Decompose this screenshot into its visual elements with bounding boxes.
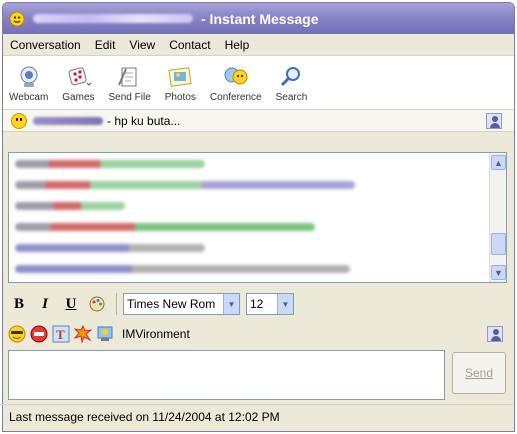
status-smiley-icon bbox=[11, 112, 27, 129]
message-blurred bbox=[15, 180, 355, 189]
message-line bbox=[9, 195, 506, 216]
title-bar[interactable]: - Instant Message bbox=[3, 3, 514, 34]
italic-button[interactable]: I bbox=[34, 293, 56, 315]
search-button[interactable]: Search bbox=[275, 65, 308, 103]
scroll-up-button[interactable]: ▲ bbox=[491, 155, 506, 170]
message-input[interactable] bbox=[8, 350, 445, 400]
imvironment-icon bbox=[97, 326, 113, 341]
my-avatar-icon[interactable] bbox=[487, 326, 503, 342]
message-line bbox=[9, 237, 506, 258]
last-message-status: Last message received on 11/24/2004 at 1… bbox=[9, 409, 280, 424]
message-transcript[interactable]: ▲ ▼ bbox=[8, 152, 507, 283]
emoticon-button[interactable] bbox=[8, 325, 26, 343]
contact-name-blurred bbox=[33, 14, 193, 23]
menu-edit[interactable]: Edit bbox=[88, 38, 123, 52]
emote-toolbar: T IMVironment bbox=[8, 323, 507, 345]
message-blurred bbox=[15, 159, 205, 168]
send-file-button[interactable]: Send File bbox=[109, 65, 151, 103]
webcam-icon bbox=[20, 66, 38, 87]
status-contact-name-blurred bbox=[33, 116, 103, 125]
conference-button[interactable]: Conference bbox=[210, 65, 262, 103]
toolbar: Webcam Games Send File Photos Conference… bbox=[3, 56, 514, 110]
nudge-button[interactable] bbox=[74, 325, 92, 343]
message-blurred bbox=[15, 201, 125, 210]
imvironment-label[interactable]: IMVironment bbox=[122, 327, 190, 341]
games-button[interactable]: Games bbox=[62, 65, 95, 103]
search-icon bbox=[281, 67, 301, 87]
menu-contact[interactable]: Contact bbox=[162, 38, 217, 52]
status-message: - hp ku buta... bbox=[107, 113, 181, 128]
menu-view[interactable]: View bbox=[122, 38, 162, 52]
send-label: Send bbox=[464, 366, 494, 380]
font-style-button[interactable]: T bbox=[52, 325, 70, 343]
font-family-value: Times New Rom bbox=[127, 297, 216, 311]
burst-icon bbox=[74, 325, 92, 343]
send-file-icon bbox=[117, 67, 137, 87]
send-button[interactable]: Send bbox=[452, 352, 506, 394]
sunglasses-smiley-icon bbox=[8, 325, 26, 343]
menu-bar: Conversation Edit View Contact Help bbox=[3, 34, 514, 56]
text-color-button[interactable] bbox=[86, 293, 108, 315]
menu-help[interactable]: Help bbox=[218, 38, 257, 52]
font-size-select[interactable]: 12 ▼ bbox=[246, 293, 294, 315]
font-size-value: 12 bbox=[250, 297, 264, 311]
message-line bbox=[9, 174, 506, 195]
webcam-button[interactable]: Webcam bbox=[9, 65, 48, 103]
toolbar-separator bbox=[116, 293, 117, 315]
window-title: - Instant Message bbox=[201, 10, 319, 27]
message-blurred bbox=[15, 222, 315, 231]
bold-button[interactable]: B bbox=[8, 293, 30, 315]
photos-button[interactable]: Photos bbox=[165, 65, 196, 103]
status-bar: Last message received on 11/24/2004 at 1… bbox=[0, 404, 513, 428]
conference-icon bbox=[224, 67, 248, 85]
message-line bbox=[9, 153, 506, 174]
scroll-thumb[interactable] bbox=[491, 233, 506, 255]
imvironment-button[interactable] bbox=[96, 325, 114, 343]
transcript-scrollbar[interactable]: ▲ ▼ bbox=[489, 153, 506, 282]
games-icon bbox=[68, 67, 92, 86]
chevron-down-icon[interactable]: ▼ bbox=[277, 294, 293, 314]
message-line bbox=[9, 258, 506, 279]
yahoo-messenger-icon bbox=[9, 11, 25, 26]
photos-icon bbox=[168, 67, 192, 87]
text-style-icon: T bbox=[52, 325, 70, 343]
scroll-down-button[interactable]: ▼ bbox=[491, 265, 506, 280]
conference-label: Conference bbox=[209, 92, 262, 103]
search-label: Search bbox=[275, 92, 308, 103]
message-blurred bbox=[15, 243, 205, 252]
svg-text:T: T bbox=[56, 327, 65, 342]
palette-icon bbox=[89, 296, 105, 312]
format-toolbar: B I U Times New Rom ▼ 12 ▼ bbox=[8, 291, 300, 317]
underline-button[interactable]: U bbox=[60, 293, 82, 315]
buddy-avatar-icon[interactable] bbox=[486, 112, 502, 129]
games-label: Games bbox=[62, 92, 95, 103]
webcam-label: Webcam bbox=[9, 92, 49, 103]
audible-button[interactable] bbox=[30, 325, 48, 343]
photos-label: Photos bbox=[164, 92, 196, 103]
font-family-select[interactable]: Times New Rom ▼ bbox=[123, 293, 240, 315]
chevron-down-icon[interactable]: ▼ bbox=[223, 294, 239, 314]
send-file-label: Send File bbox=[108, 92, 151, 103]
menu-conversation[interactable]: Conversation bbox=[3, 38, 88, 52]
message-line bbox=[9, 216, 506, 237]
contact-status-row: - hp ku buta... bbox=[3, 110, 514, 132]
message-blurred bbox=[15, 264, 350, 273]
audible-icon bbox=[30, 325, 48, 343]
